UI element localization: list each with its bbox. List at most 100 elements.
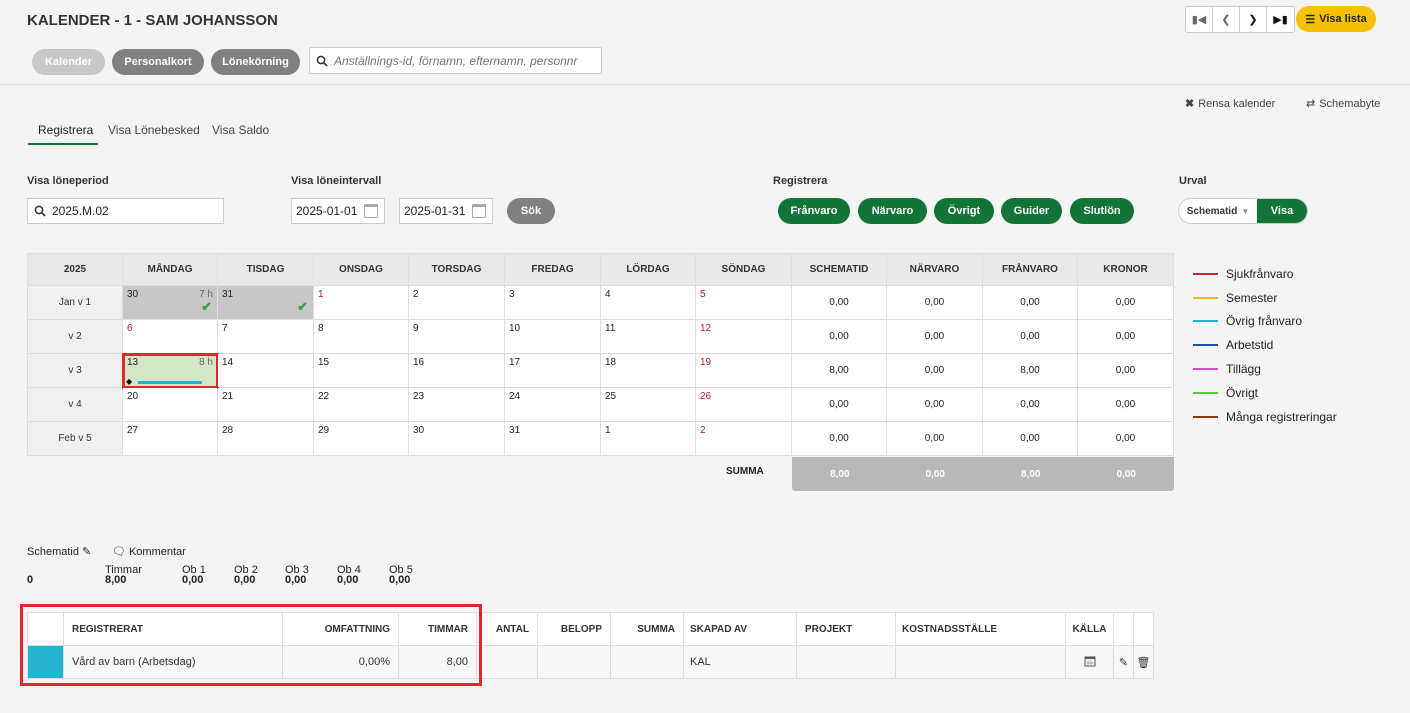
guider-button[interactable]: Guider xyxy=(1001,198,1062,224)
ovrigt-button[interactable]: Övrigt xyxy=(934,198,994,224)
rensa-kalender-link[interactable]: ✖ Rensa kalender xyxy=(1185,97,1275,111)
day-cell[interactable]: 18 xyxy=(600,353,696,388)
day-cell[interactable]: 20 xyxy=(122,387,218,422)
cell-summa xyxy=(610,645,684,679)
day-cell[interactable]: 1 xyxy=(313,285,409,320)
lonekorning-button[interactable]: Lönekörning xyxy=(211,49,300,75)
day-cell[interactable]: 10 xyxy=(504,319,601,354)
absence-bar xyxy=(138,381,202,384)
visa-lista-button[interactable]: ☰ Visa lista xyxy=(1296,6,1376,32)
day-cell[interactable]: 12 xyxy=(695,319,792,354)
day-cell[interactable]: 30 xyxy=(408,421,505,456)
period-input[interactable]: 2025.M.02 xyxy=(27,198,224,224)
day-cell[interactable]: 14 xyxy=(217,353,314,388)
search-input[interactable] xyxy=(334,53,594,68)
cell-antal xyxy=(476,645,538,679)
date-to-input[interactable]: 2025-01-31 xyxy=(399,198,493,224)
date-from-input[interactable]: 2025-01-01 xyxy=(291,198,385,224)
day-cell[interactable]: 30 7 h ✔ xyxy=(122,285,218,320)
total-franvaro: 0,00 xyxy=(982,387,1078,422)
summary-value-0: 0 xyxy=(27,574,34,586)
day-cell[interactable]: 9 xyxy=(408,319,505,354)
search-icon xyxy=(316,55,328,67)
total-franvaro: 0,00 xyxy=(982,421,1078,456)
personalkort-button[interactable]: Personalkort xyxy=(112,49,204,75)
day-cell[interactable]: 1 xyxy=(600,421,696,456)
col-delete xyxy=(1133,612,1154,646)
day-cell[interactable]: 11 xyxy=(600,319,696,354)
week-label: Feb v 5 xyxy=(27,421,123,456)
cell-belopp xyxy=(537,645,611,679)
urval-select[interactable]: Schematid ▼ xyxy=(1179,199,1257,223)
schematid-label: Schematid xyxy=(27,545,79,558)
day-cell[interactable]: 8 xyxy=(313,319,409,354)
day-cell[interactable]: 4 xyxy=(600,285,696,320)
kalender-button[interactable]: Kalender xyxy=(32,49,105,75)
day-cell[interactable]: 2 xyxy=(695,421,792,456)
period-label: Visa löneperiod xyxy=(27,175,109,187)
tab-visa-lonebesked[interactable]: Visa Lönebesked xyxy=(108,123,200,137)
day-number: 28 xyxy=(222,425,234,436)
calendar-icon[interactable] xyxy=(364,204,378,218)
day-cell[interactable]: 15 xyxy=(313,353,409,388)
day-number: 4 xyxy=(605,289,611,300)
total-kronor: 0,00 xyxy=(1077,421,1174,456)
narvaro-button[interactable]: Närvaro xyxy=(858,198,927,224)
day-number: 18 xyxy=(605,357,617,368)
calendar-icon[interactable] xyxy=(472,204,486,218)
day-cell[interactable]: 7 xyxy=(217,319,314,354)
tab-visa-saldo[interactable]: Visa Saldo xyxy=(212,123,269,137)
slutlon-button[interactable]: Slutlön xyxy=(1070,198,1134,224)
day-cell[interactable]: 22 xyxy=(313,387,409,422)
prev-page-icon[interactable]: ❮ xyxy=(1213,7,1240,32)
day-cell[interactable]: 29 xyxy=(313,421,409,456)
page-title: KALENDER - 1 - SAM JOHANSSON xyxy=(27,12,278,29)
day-cell-selected[interactable]: 13 8 h ◆ xyxy=(121,352,219,389)
col-belopp: BELOPP xyxy=(537,612,611,646)
day-cell[interactable]: 19 xyxy=(695,353,792,388)
schematid-link[interactable]: Schematid ✎ xyxy=(27,545,91,559)
calendar-icon[interactable] xyxy=(1065,645,1114,679)
day-number: 1 xyxy=(318,289,324,300)
date-to-value: 2025-01-31 xyxy=(404,204,466,218)
day-cell[interactable]: 27 xyxy=(122,421,218,456)
day-cell[interactable]: 24 xyxy=(504,387,601,422)
day-cell[interactable]: 16 xyxy=(408,353,505,388)
tab-registrera[interactable]: Registrera xyxy=(38,123,93,137)
day-cell[interactable]: 3 xyxy=(504,285,601,320)
day-cell[interactable]: 25 xyxy=(600,387,696,422)
total-narvaro: 0,00 xyxy=(886,285,983,320)
day-cell[interactable]: 26 xyxy=(695,387,792,422)
first-page-icon[interactable]: ▮◀ xyxy=(1186,7,1213,32)
kommentar-link[interactable]: 🗨 Kommentar xyxy=(112,545,186,559)
summa-narvaro: 0,00 xyxy=(925,468,945,480)
day-cell[interactable]: 2 xyxy=(408,285,505,320)
day-cell[interactable]: 5 xyxy=(695,285,792,320)
urval-visa-button[interactable]: Visa xyxy=(1257,199,1307,223)
legend-item: Semester xyxy=(1193,286,1337,310)
col-kronor: KRONOR xyxy=(1077,253,1174,286)
col-kalla: KÄLLA xyxy=(1065,612,1114,646)
week-row: v 3 13 8 h ◆ 14 15 16 17 18 19 8,00 0,00… xyxy=(27,352,1174,389)
sok-button[interactable]: Sök xyxy=(507,198,555,224)
col-skapad-av: SKAPAD AV xyxy=(683,612,797,646)
franvaro-button[interactable]: Frånvaro xyxy=(778,198,850,224)
day-cell[interactable]: 31 ✔ xyxy=(217,285,314,320)
edit-icon[interactable]: ✎ xyxy=(1113,645,1134,679)
legend-label: Tillägg xyxy=(1226,362,1261,377)
last-page-icon[interactable]: ▶▮ xyxy=(1267,7,1294,32)
day-number: 12 xyxy=(700,323,712,334)
col-year: 2025 xyxy=(27,253,123,286)
schemabyte-link[interactable]: ⇄ Schemabyte xyxy=(1306,97,1380,111)
day-cell[interactable]: 31 xyxy=(504,421,601,456)
day-cell[interactable]: 6 xyxy=(122,319,218,354)
day-cell[interactable]: 28 xyxy=(217,421,314,456)
next-page-icon[interactable]: ❯ xyxy=(1240,7,1267,32)
day-cell[interactable]: 23 xyxy=(408,387,505,422)
legend-item: Övrig frånvaro xyxy=(1193,310,1337,334)
summa-row: 8,00 0,00 8,00 0,00 xyxy=(792,457,1174,491)
day-cell[interactable]: 17 xyxy=(504,353,601,388)
day-number: 17 xyxy=(509,357,521,368)
trash-icon[interactable]: 🗑 xyxy=(1133,645,1154,679)
day-cell[interactable]: 21 xyxy=(217,387,314,422)
